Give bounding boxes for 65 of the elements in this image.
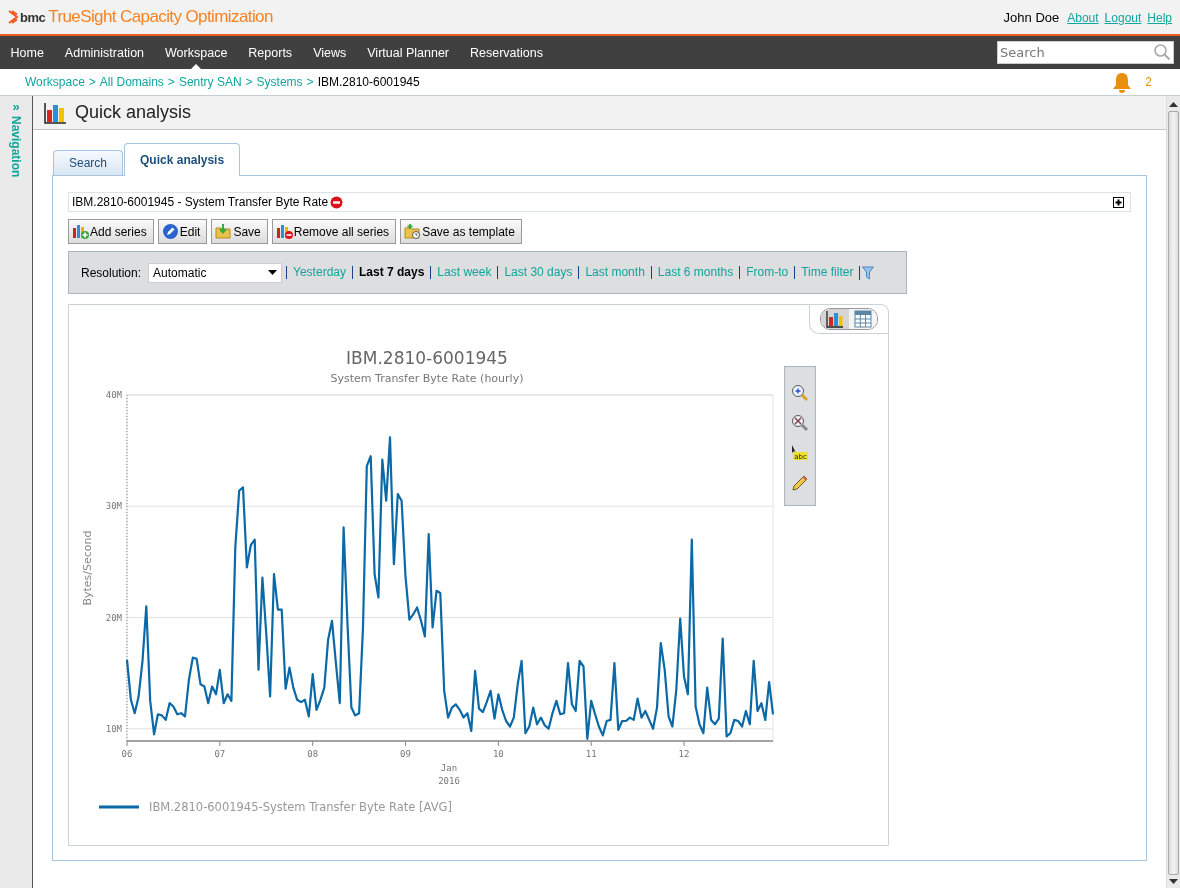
bar-chart-remove-icon xyxy=(275,223,293,240)
filter-icon[interactable] xyxy=(862,265,875,280)
bar-chart-add-icon xyxy=(72,223,89,240)
axis-tick-label: 20M xyxy=(105,612,122,623)
nav-item[interactable]: Reservations xyxy=(459,36,554,69)
resolution-dropdown[interactable]: Automatic xyxy=(148,262,283,283)
user-name: John Doe xyxy=(1003,9,1060,25)
scrollbar[interactable] xyxy=(1166,96,1180,888)
zoom-in-icon[interactable] xyxy=(791,384,809,402)
scroll-up-icon[interactable] xyxy=(1169,102,1178,107)
brand-logo-text: bmc xyxy=(20,9,46,25)
toolbar-button[interactable]: Save xyxy=(211,219,268,244)
nav-item[interactable]: Virtual Planner xyxy=(356,36,460,69)
axis-tick-label: 07 xyxy=(214,749,226,759)
axis-tick-label: 40M xyxy=(105,390,122,400)
axis-title: Jan 2016 xyxy=(438,763,460,786)
caret-icon xyxy=(268,270,278,275)
scroll-down-icon[interactable] xyxy=(1169,879,1178,884)
tab[interactable]: Quick analysis xyxy=(124,143,241,176)
toolbar-button[interactable]: Remove all series xyxy=(271,219,397,244)
series-label: IBM.2810-6001945 - System Transfer Byte Rate xyxy=(72,195,329,209)
page-title: Quick analysis xyxy=(75,102,192,123)
axis-tick-label: 06 xyxy=(121,749,133,759)
axis-tick-label: 30M xyxy=(105,501,122,512)
pencil-icon[interactable] xyxy=(791,474,809,492)
bar-chart-icon xyxy=(43,100,67,125)
remove-icon[interactable] xyxy=(330,195,344,209)
folder-icon xyxy=(215,223,233,240)
folder-icon xyxy=(404,223,422,240)
toolbar-button[interactable]: Save as template xyxy=(400,219,522,244)
pencil-icon xyxy=(161,223,179,240)
search-field[interactable]: Search xyxy=(997,41,1174,64)
axis-tick-label: 10 xyxy=(492,749,504,759)
breadcrumb-separator: > xyxy=(306,75,314,89)
nav-item[interactable]: Administration xyxy=(54,36,155,69)
bmc-logo-icon xyxy=(8,10,19,24)
expand-icon[interactable] xyxy=(1113,196,1124,208)
axis-tick-label: 12 xyxy=(678,749,690,759)
axis-tick-label: 08 xyxy=(307,749,319,759)
toolbar-button[interactable]: Add series xyxy=(68,219,154,244)
scroll-thumb[interactable] xyxy=(1168,111,1179,875)
axis-title: Bytes/Second xyxy=(81,530,94,606)
axis-tick-label: 09 xyxy=(400,749,411,759)
product-name: TrueSight Capacity Optimization xyxy=(48,7,273,27)
breadcrumb-current: IBM.2810-6001945 xyxy=(317,75,420,89)
breadcrumb-separator: > xyxy=(167,75,175,89)
breadcrumb-separator: > xyxy=(245,75,253,89)
resolution-label: Resolution: xyxy=(81,265,142,280)
time-range-link[interactable]: Last 7 days xyxy=(352,266,431,279)
bar-chart-icon xyxy=(826,310,844,328)
chart-subtitle: System Transfer Byte Rate (hourly) xyxy=(330,372,524,385)
axis-tick-label: 10M xyxy=(105,723,122,734)
toolbar-button[interactable]: Edit xyxy=(157,219,208,244)
nav-item[interactable]: Reports xyxy=(237,36,303,69)
tab[interactable]: Search xyxy=(53,150,124,175)
nav-item[interactable]: Views xyxy=(302,36,357,69)
nav-item[interactable]: Home xyxy=(0,36,55,69)
view-toggle[interactable] xyxy=(849,309,877,329)
zoom-reset-icon[interactable] xyxy=(791,414,809,432)
axis-tick-label: 11 xyxy=(585,749,597,759)
breadcrumb-separator: > xyxy=(88,75,96,89)
chart-title: IBM.2810-6001945 xyxy=(346,348,508,368)
table-icon xyxy=(854,310,872,328)
notification-count: 2 xyxy=(1145,75,1152,89)
view-toggle[interactable] xyxy=(821,309,849,329)
